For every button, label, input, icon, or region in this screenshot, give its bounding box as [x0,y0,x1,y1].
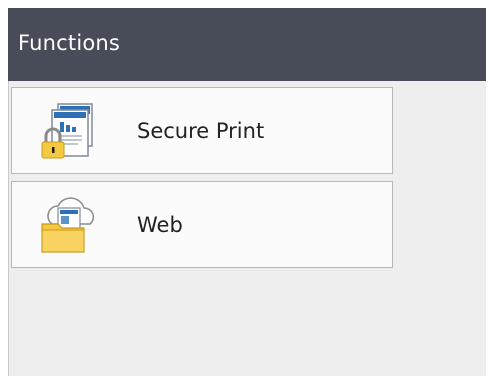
header-bar: Functions [8,8,486,81]
web-button[interactable]: Web [11,181,393,268]
secure-print-icon [38,100,102,162]
lcd-screen: Functions Secure Print Web [8,8,486,376]
web-folder-icon [38,194,102,256]
page-title: Functions [18,31,121,55]
left-rail-divider [8,81,9,376]
secure-print-button[interactable]: Secure Print [11,87,393,174]
web-label: Web [137,213,183,237]
secure-print-label: Secure Print [137,119,265,143]
